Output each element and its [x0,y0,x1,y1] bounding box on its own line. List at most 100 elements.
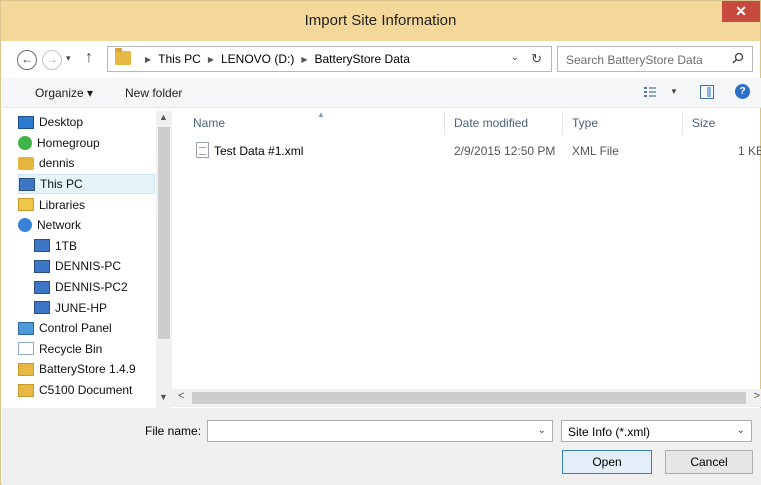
address-history-dropdown[interactable]: ⌄ [511,52,519,63]
column-header-name[interactable]: Name [193,116,225,130]
sidebar-item-dennis-pc[interactable]: DENNIS-PC [18,256,163,277]
sidebar-item-label: Recycle Bin [39,341,103,356]
sidebar-item-libraries[interactable]: Libraries [18,194,163,215]
up-button[interactable]: ↑ [85,49,93,67]
network-computer-icon [34,259,50,273]
column-header-date-modified[interactable]: Date modified [454,116,528,130]
recent-locations-dropdown[interactable]: ▾ [66,53,71,64]
network-computer-icon [34,301,50,315]
xml-file-icon [196,142,209,158]
cancel-button[interactable]: Cancel [665,450,753,474]
computer-icon [19,177,35,191]
sidebar-item-network[interactable]: Network [18,215,163,236]
scroll-right-icon[interactable]: > [754,390,760,402]
sidebar-item-label: dennis [39,156,75,171]
column-header-type[interactable]: Type [572,116,598,130]
sidebar-item-label: C5100 Document [39,383,133,398]
search-input[interactable]: Search BatteryStore Data [557,46,753,72]
sidebar-item-label: Homegroup [37,135,100,150]
close-button[interactable]: ✕ [722,1,760,22]
horizontal-scrollbar[interactable]: < > [172,389,761,407]
file-name: Test Data #1.xml [214,144,304,158]
breadcrumb-drive[interactable]: LENOVO (D:) [221,52,294,66]
open-button[interactable]: Open [562,450,652,474]
dialog-footer: File name: ⌄ Site Info (*.xml) ⌄ Open Ca… [2,408,761,485]
help-icon[interactable]: ? [735,84,750,99]
sidebar-item-dennis-pc2[interactable]: DENNIS-PC2 [18,277,163,298]
sidebar-item-label: BatteryStore 1.4.9 [39,362,136,377]
scroll-left-icon[interactable]: < [178,390,184,402]
column-header-size[interactable]: Size [692,116,715,130]
libraries-icon [18,198,34,212]
sidebar-item-dennis[interactable]: dennis [18,153,163,174]
sidebar-item-label: Libraries [39,197,86,212]
network-computer-icon [34,239,50,253]
scrollbar-thumb[interactable] [192,392,746,404]
homegroup-icon [18,135,32,150]
sidebar-item-1tb[interactable]: 1TB [18,236,163,257]
file-row[interactable]: Test Data #1.xml 2/9/2015 12:50 PM XML F… [172,141,761,161]
sidebar-item-label: DENNIS-PC [55,259,122,274]
column-divider[interactable] [444,111,445,135]
sidebar-item-label: Control Panel [39,321,112,336]
file-name-input[interactable]: ⌄ [207,420,553,442]
new-folder-button[interactable]: New folder [125,86,182,100]
file-size: 1 KB [738,144,761,158]
sidebar-item-label: Desktop [39,115,84,130]
forward-button[interactable]: → [42,50,62,70]
user-folder-icon [18,156,34,170]
scroll-down-icon[interactable]: ▼ [159,392,168,402]
folder-icon [18,362,34,376]
breadcrumb-separator-icon: ▶ [207,54,214,64]
file-type: XML File [572,144,619,158]
breadcrumb: ▶ This PC ▶ LENOVO (D:) ▶ BatteryStore D… [138,52,410,66]
chevron-down-icon[interactable]: ⌄ [737,425,745,436]
chevron-down-icon[interactable]: ⌄ [538,425,546,436]
refresh-icon[interactable]: ↻ [531,51,542,67]
breadcrumb-this-pc[interactable]: This PC [158,52,201,66]
navigation-scrollbar[interactable]: ▲ ▼ [156,111,172,408]
sidebar-item-control-panel[interactable]: Control Panel [18,318,163,339]
window-title: Import Site Information [304,12,457,29]
file-date-modified: 2/9/2015 12:50 PM [454,144,556,158]
network-icon [18,218,32,233]
control-panel-icon [18,321,34,335]
folder-icon [18,383,34,397]
sidebar-item-recycle-bin[interactable]: Recycle Bin [18,339,163,360]
breadcrumb-separator-icon: ▶ [301,54,308,64]
command-toolbar: Organize ▾ New folder ▼ ? [2,78,761,108]
sort-ascending-icon: ▲ [317,110,325,119]
file-type-select[interactable]: Site Info (*.xml) ⌄ [561,420,752,442]
folder-icon [115,48,131,65]
column-divider[interactable] [682,111,683,135]
sidebar-item-desktop[interactable]: Desktop [18,112,163,133]
preview-pane-icon[interactable] [700,85,714,99]
sidebar-item-label: JUNE-HP [55,300,108,315]
sidebar-item-this-pc[interactable]: This PC [18,173,155,195]
address-bar[interactable]: ▶ This PC ▶ LENOVO (D:) ▶ BatteryStore D… [107,46,552,72]
file-name-label: File name: [145,424,202,438]
recycle-bin-icon [18,342,34,356]
search-placeholder: Search BatteryStore Data [566,53,703,67]
scroll-up-icon[interactable]: ▲ [159,112,168,122]
sidebar-item-homegroup[interactable]: Homegroup [18,133,163,154]
desktop-icon [18,115,34,129]
import-dialog: Import Site Information ✕ ← → ▾ ↑ ▶ This… [0,0,761,485]
view-options-icon[interactable] [643,85,657,99]
view-dropdown-icon[interactable]: ▼ [670,87,678,96]
sidebar-item-june-hp[interactable]: JUNE-HP [18,297,163,318]
file-type-value: Site Info (*.xml) [568,425,651,439]
column-divider[interactable] [562,111,563,135]
sidebar-item-label: 1TB [55,238,78,253]
organize-button[interactable]: Organize ▾ [35,86,93,100]
sidebar-item-batterystore[interactable]: BatteryStore 1.4.9 [18,359,163,380]
navigation-bar: ← → ▾ ↑ ▶ This PC ▶ LENOVO (D:) ▶ Batter… [9,44,754,76]
scrollbar-thumb[interactable] [158,127,170,339]
breadcrumb-current-folder[interactable]: BatteryStore Data [315,52,410,66]
back-button[interactable]: ← [17,50,37,70]
title-bar: Import Site Information ✕ [1,1,760,41]
search-icon[interactable] [732,52,744,64]
sidebar-item-c5100[interactable]: C5100 Document [18,380,163,401]
breadcrumb-separator-icon: ▶ [145,54,152,64]
network-computer-icon [34,280,50,294]
